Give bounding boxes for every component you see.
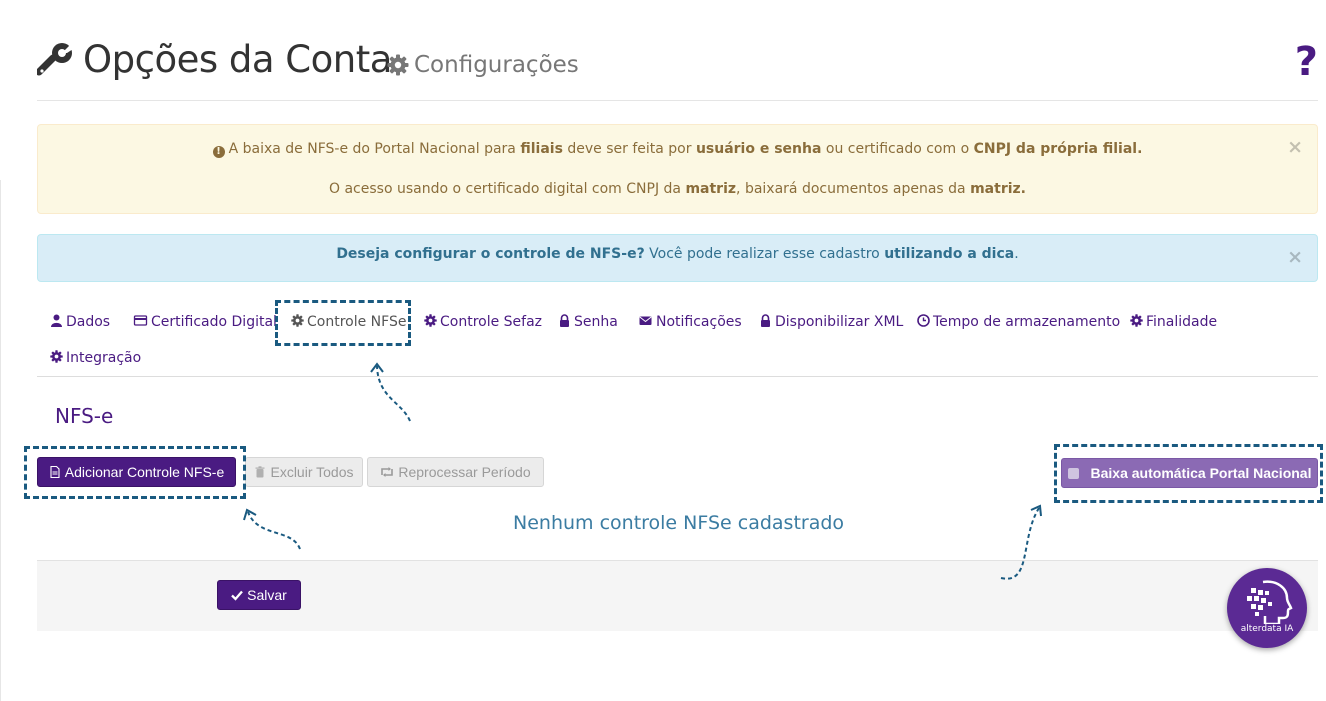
credit-card-icon xyxy=(133,315,148,326)
tab-controle-sefaz[interactable]: Controle Sefaz xyxy=(424,312,542,332)
tab-controle-nfse[interactable]: Controle NFSe xyxy=(291,312,406,332)
clock-icon xyxy=(917,314,930,327)
ai-head-icon xyxy=(1247,580,1293,624)
tab-notificacoes[interactable]: Notificações xyxy=(638,312,742,332)
alterdata-ia-button[interactable]: alterdata IA xyxy=(1227,568,1307,648)
gear-icon xyxy=(387,54,409,76)
trash-icon xyxy=(255,466,265,478)
empty-state-message: Nenhum controle NFSe cadastrado xyxy=(513,512,845,534)
tab-dados[interactable]: Dados xyxy=(50,312,110,332)
add-nfse-control-button[interactable]: Adicionar Controle NFS-e xyxy=(37,457,236,487)
lock-icon xyxy=(560,314,569,327)
tab-tempo-armazenamento[interactable]: Tempo de armazenamento xyxy=(917,312,1120,332)
wrench-icon xyxy=(37,42,73,76)
lock-icon xyxy=(761,314,770,327)
info-line: Deseja configurar o controle de NFS-e? V… xyxy=(336,246,1019,262)
reprocess-period-button[interactable]: Reprocessar Período xyxy=(367,457,544,487)
page-subtitle: Configurações xyxy=(414,52,579,78)
page-header: Opções da Conta Configurações ? xyxy=(37,38,1318,101)
auto-download-checkbox[interactable] xyxy=(1067,467,1079,479)
gear-icon xyxy=(424,314,437,327)
close-info-button[interactable]: × xyxy=(1287,247,1303,267)
gear-icon xyxy=(291,314,304,327)
check-icon xyxy=(231,590,244,601)
tab-integracao[interactable]: Integração xyxy=(50,348,141,368)
warning-line-1: ! A baixa de NFS-e do Portal Nacional par… xyxy=(38,141,1317,158)
envelope-icon xyxy=(639,316,652,325)
tab-disponibilizar-xml[interactable]: Disponibilizar XML xyxy=(759,312,903,332)
page-title: Opções da Conta xyxy=(83,38,392,81)
warning-line-2: O acesso usando o certificado digital co… xyxy=(329,181,1026,197)
retweet-icon xyxy=(381,467,394,477)
ai-badge-label: alterdata IA xyxy=(1240,624,1294,634)
left-edge-divider xyxy=(0,180,1,701)
tip-link[interactable]: utilizando a dica xyxy=(884,246,1014,262)
auto-download-portal-toggle[interactable]: Baixa automática Portal Nacional xyxy=(1061,458,1318,488)
delete-all-button[interactable]: Excluir Todos xyxy=(245,457,363,487)
tab-senha[interactable]: Senha xyxy=(558,312,618,332)
section-title: NFS-e xyxy=(55,404,114,428)
help-icon[interactable]: ? xyxy=(1295,40,1318,84)
save-button[interactable]: Salvar xyxy=(217,580,301,610)
gear-icon xyxy=(50,350,63,363)
user-icon xyxy=(51,314,62,327)
gear-icon xyxy=(1130,314,1143,327)
settings-tabs: Dados Certificado Digital Controle NFSe … xyxy=(37,300,1318,377)
tab-finalidade[interactable]: Finalidade xyxy=(1130,312,1217,332)
warning-alert: ! A baixa de NFS-e do Portal Nacional par… xyxy=(37,124,1318,214)
exclamation-circle-icon: ! xyxy=(212,146,225,158)
info-alert: Deseja configurar o controle de NFS-e? V… xyxy=(37,234,1318,282)
close-warning-button[interactable]: × xyxy=(1287,137,1303,157)
file-icon xyxy=(50,466,60,478)
tab-certificado-digital[interactable]: Certificado Digital xyxy=(133,312,277,332)
